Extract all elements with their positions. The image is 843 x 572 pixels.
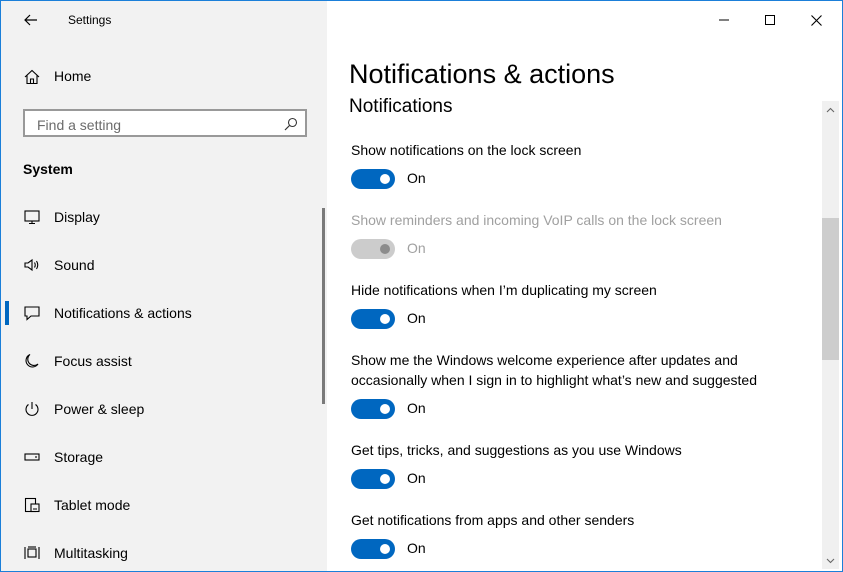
section-title: Notifications xyxy=(349,96,453,117)
search-input[interactable] xyxy=(35,115,279,135)
close-icon xyxy=(810,14,822,26)
window-title: Settings xyxy=(68,13,112,27)
scroll-down-button[interactable] xyxy=(822,552,839,569)
tablet-mode-icon xyxy=(24,497,40,513)
sidebar-scrollbar[interactable] xyxy=(322,208,325,404)
chevron-up-icon xyxy=(826,107,835,112)
toggle-switch[interactable] xyxy=(351,309,395,329)
setting-welcome-experience: Show me the Windows welcome experience a… xyxy=(351,350,811,421)
main-scrollbar[interactable] xyxy=(822,101,839,569)
toggle-state: On xyxy=(407,240,426,256)
sidebar-item-label: Notifications & actions xyxy=(54,305,192,321)
toggle-state: On xyxy=(407,400,426,416)
toggle-switch xyxy=(351,239,395,259)
toggle-state: On xyxy=(407,540,426,556)
sidebar-item-sound[interactable]: Sound xyxy=(1,245,321,285)
home-button[interactable]: Home xyxy=(1,59,327,95)
sound-icon xyxy=(24,258,39,272)
sidebar-item-label: Multitasking xyxy=(54,545,128,561)
toggle-switch[interactable] xyxy=(351,539,395,559)
setting-reminders-voip: Show reminders and incoming VoIP calls o… xyxy=(351,210,811,261)
search-icon[interactable] xyxy=(284,117,298,131)
scroll-up-button[interactable] xyxy=(822,101,839,118)
scrollbar-thumb[interactable] xyxy=(822,218,839,360)
sidebar-section-title: System xyxy=(23,161,73,177)
back-button[interactable] xyxy=(15,7,47,33)
setting-app-notifications: Get notifications from apps and other se… xyxy=(351,510,811,561)
sidebar-item-label: Focus assist xyxy=(54,353,132,369)
storage-icon xyxy=(24,453,40,461)
close-button[interactable] xyxy=(793,1,839,39)
toggle-switch[interactable] xyxy=(351,469,395,489)
notifications-icon xyxy=(24,306,40,321)
setting-tips-tricks: Get tips, tricks, and suggestions as you… xyxy=(351,440,811,491)
multitasking-icon xyxy=(24,546,40,559)
sidebar-item-power-sleep[interactable]: Power & sleep xyxy=(1,389,321,429)
settings-window: Settings Home System Display xyxy=(0,0,843,572)
sidebar-item-label: Display xyxy=(54,209,100,225)
minimize-icon xyxy=(719,19,729,21)
sidebar: Settings Home System Display xyxy=(1,1,327,571)
sidebar-item-focus-assist[interactable]: Focus assist xyxy=(1,341,321,381)
main-content: Notifications & actions Notifications Sh… xyxy=(327,1,842,571)
search-box[interactable] xyxy=(23,109,307,137)
power-icon xyxy=(25,402,39,416)
chevron-down-icon xyxy=(826,558,835,563)
home-label: Home xyxy=(54,68,92,84)
setting-lock-screen-notifications: Show notifications on the lock screen On xyxy=(351,140,811,191)
sidebar-item-tablet-mode[interactable]: Tablet mode xyxy=(1,485,321,525)
sidebar-item-label: Storage xyxy=(54,449,104,465)
toggle-switch[interactable] xyxy=(351,399,395,419)
setting-label: Get notifications from apps and other se… xyxy=(351,512,635,528)
display-icon xyxy=(24,210,40,225)
setting-label: Get tips, tricks, and suggestions as you… xyxy=(351,442,682,458)
page-title: Notifications & actions xyxy=(349,59,615,89)
sidebar-item-storage[interactable]: Storage xyxy=(1,437,321,477)
sidebar-item-notifications[interactable]: Notifications & actions xyxy=(1,293,321,333)
sidebar-item-label: Power & sleep xyxy=(54,401,145,417)
minimize-button[interactable] xyxy=(701,1,747,39)
setting-hide-when-duplicating: Hide notifications when I’m duplicating … xyxy=(351,280,811,331)
sidebar-item-label: Sound xyxy=(54,257,95,273)
toggle-switch[interactable] xyxy=(351,169,395,189)
setting-label: Show reminders and incoming VoIP calls o… xyxy=(351,212,722,228)
moon-icon xyxy=(25,353,39,368)
sidebar-item-multitasking[interactable]: Multitasking xyxy=(1,533,321,571)
toggle-state: On xyxy=(407,470,426,486)
home-icon xyxy=(24,69,40,85)
toggle-state: On xyxy=(407,310,426,326)
sidebar-item-display[interactable]: Display xyxy=(1,197,321,237)
setting-label: Show me the Windows welcome experience a… xyxy=(351,352,757,388)
maximize-icon xyxy=(765,15,775,25)
setting-label: Hide notifications when I’m duplicating … xyxy=(351,282,657,298)
sidebar-item-label: Tablet mode xyxy=(54,497,131,513)
maximize-button[interactable] xyxy=(747,1,793,39)
toggle-state: On xyxy=(407,170,426,186)
setting-label: Show notifications on the lock screen xyxy=(351,142,582,158)
back-arrow-icon xyxy=(24,14,37,26)
